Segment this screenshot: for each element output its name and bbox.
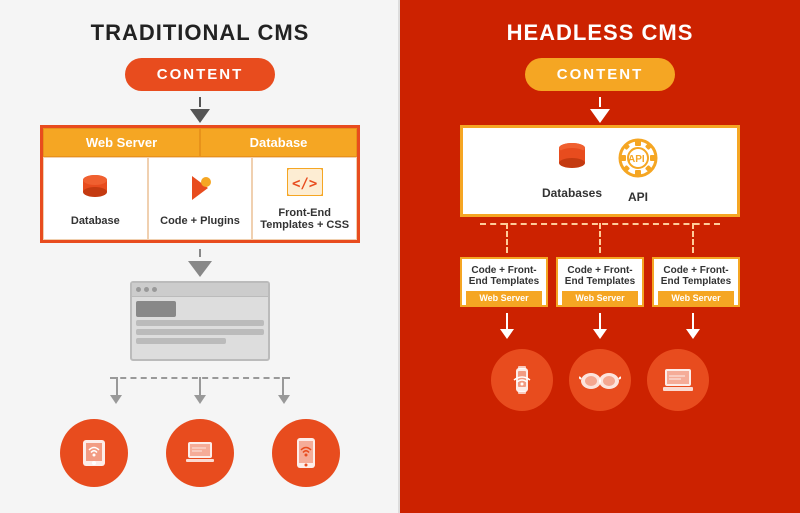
webserver-text-3: Code + Front-End Templates xyxy=(658,265,734,287)
api-icon: API xyxy=(618,138,658,186)
left-arrow-1 xyxy=(190,109,210,123)
right-content-pill: CONTENT xyxy=(525,58,676,91)
frontend-cell: </> Front-End Templates + CSS xyxy=(252,157,357,240)
device-tablet xyxy=(60,419,128,487)
code-plugins-cell: Code + Plugins xyxy=(148,157,253,240)
webserver-header: Web Server xyxy=(43,128,200,157)
device-laptop xyxy=(166,419,234,487)
traditional-cms-panel: TRADITIONAL CMS CONTENT Web Server Datab… xyxy=(0,0,400,513)
headless-connector-lines xyxy=(460,223,740,253)
webserver-label-2: Web Server xyxy=(562,291,638,305)
webserver-text-1: Code + Front-End Templates xyxy=(466,265,542,287)
api-cell: API API xyxy=(618,138,658,204)
right-panel-title: HEADLESS CMS xyxy=(507,20,694,46)
traditional-cms-box: Web Server Database Database xyxy=(40,125,360,243)
code-icon: </> xyxy=(287,168,323,203)
webserver-text-2: Code + Front-End Templates xyxy=(562,265,638,287)
headless-cms-panel: HEADLESS CMS CONTENT Databases xyxy=(400,0,800,513)
headless-cms-box: Databases API xyxy=(460,125,740,217)
api-label: API xyxy=(628,190,648,204)
device-laptop-2 xyxy=(647,349,709,411)
plugin-icon xyxy=(184,172,216,211)
svg-text:API: API xyxy=(628,154,645,165)
database-cell: Database xyxy=(43,157,148,240)
webserver-box-2: Code + Front-End Templates Web Server xyxy=(556,257,644,307)
right-arrow-1 xyxy=(590,109,610,123)
webserver-label-3: Web Server xyxy=(658,291,734,305)
database-label: Database xyxy=(71,215,120,227)
trad-connector-lines xyxy=(100,365,300,415)
databases-icon xyxy=(554,138,590,182)
webserver-box-3: Code + Front-End Templates Web Server xyxy=(652,257,740,307)
webserver-label-1: Web Server xyxy=(466,291,542,305)
device-row-headless xyxy=(491,349,709,411)
database-header: Database xyxy=(200,128,357,157)
device-ar-glasses xyxy=(569,349,631,411)
left-panel-title: TRADITIONAL CMS xyxy=(91,20,310,46)
webserver-box-1: Code + Front-End Templates Web Server xyxy=(460,257,548,307)
device-smartwatch xyxy=(491,349,553,411)
browser-bar xyxy=(132,283,268,297)
headless-arrows-down xyxy=(460,313,740,343)
frontend-label: Front-End Templates + CSS xyxy=(257,207,352,231)
webserver-row: Code + Front-End Templates Web Server Co… xyxy=(460,257,740,307)
left-content-pill: CONTENT xyxy=(125,58,276,91)
database-icon xyxy=(79,172,111,211)
databases-label: Databases xyxy=(542,186,602,200)
device-row-traditional xyxy=(60,419,340,487)
browser-mockup xyxy=(130,281,270,361)
left-arrow-2 xyxy=(188,261,212,277)
device-phone xyxy=(272,419,340,487)
code-plugins-label: Code + Plugins xyxy=(160,215,240,227)
svg-text:</>: </> xyxy=(292,176,317,192)
databases-cell: Databases xyxy=(542,138,602,204)
